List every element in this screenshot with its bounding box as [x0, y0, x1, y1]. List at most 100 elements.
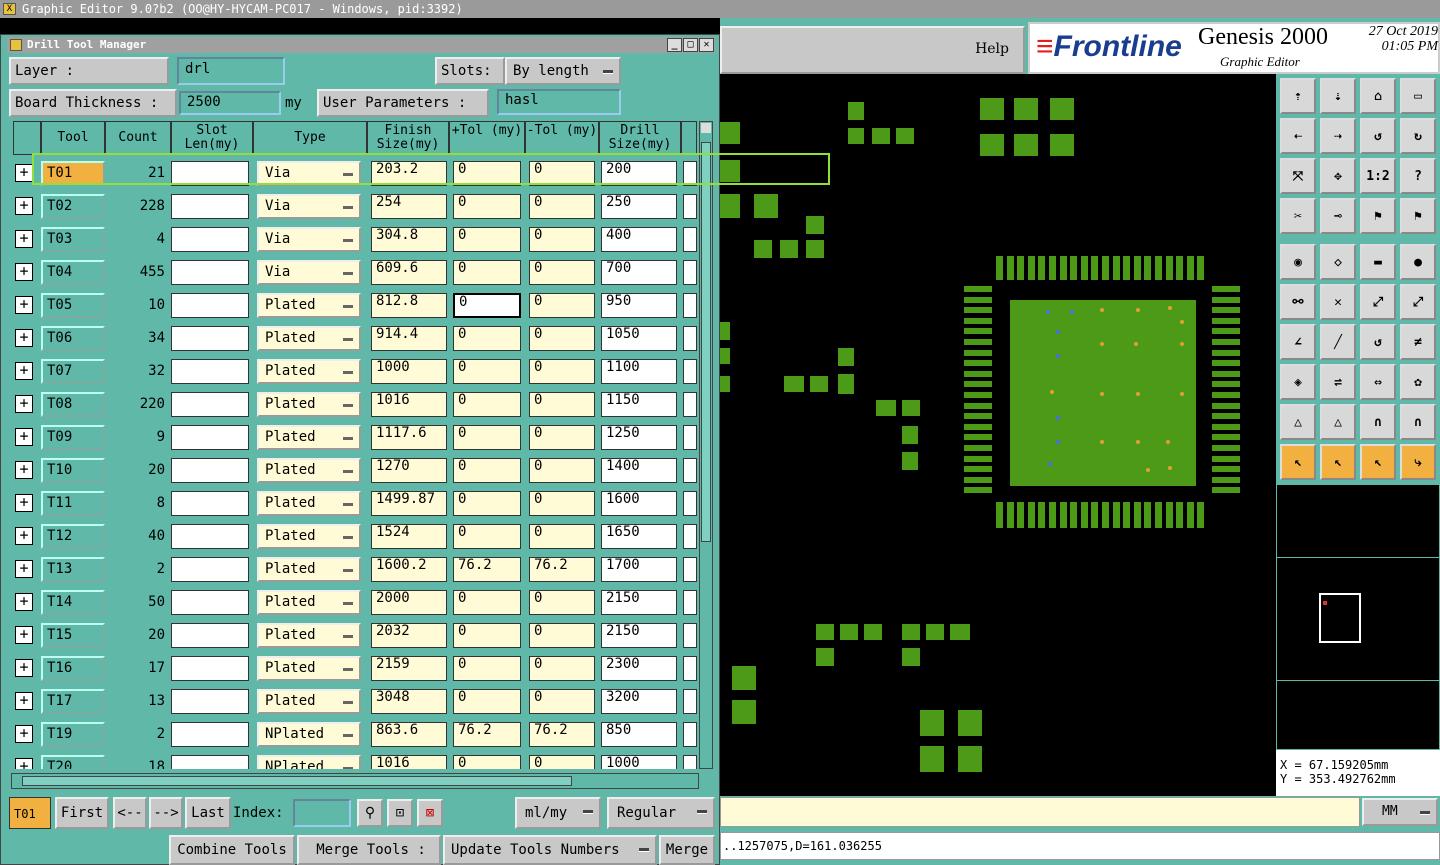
drill-size-field[interactable]: 1600	[601, 491, 677, 516]
minus-tol-field[interactable]: 0	[529, 194, 595, 219]
edit-shape-icon[interactable]: ◇	[1320, 244, 1356, 280]
minus-tol-field[interactable]: 0	[529, 293, 595, 318]
scroll-up-arrow[interactable]	[701, 123, 711, 133]
triangle-alt-icon[interactable]: △	[1320, 404, 1356, 440]
drill-size-field[interactable]: 950	[601, 293, 677, 318]
home-icon[interactable]: ⌂	[1360, 78, 1396, 114]
table-row[interactable]: + T10 20 Plated 1270 0 0 1400	[11, 454, 697, 487]
drill-size-field[interactable]: 700	[601, 260, 677, 285]
minimap-panel[interactable]	[1276, 484, 1440, 750]
plus-tol-field[interactable]: 0	[453, 458, 521, 483]
tool-cell[interactable]: T14	[41, 590, 105, 615]
finish-size-field[interactable]: 1270	[371, 458, 447, 483]
type-select[interactable]: Via	[257, 260, 361, 285]
cross-icon[interactable]: ✕	[1320, 284, 1356, 320]
drill-size-field[interactable]: 1100	[601, 359, 677, 384]
dimension-icon[interactable]: ⇔	[1360, 364, 1396, 400]
tool-cell[interactable]: T11	[41, 491, 105, 516]
expand-icon[interactable]: +	[15, 428, 33, 446]
extra-field[interactable]	[683, 590, 697, 615]
finish-size-field[interactable]: 2032	[371, 623, 447, 648]
extra-field[interactable]	[683, 326, 697, 351]
finish-size-field[interactable]: 254	[371, 194, 447, 219]
plus-tol-field[interactable]: 0	[453, 491, 521, 516]
tool-cell[interactable]: T07	[41, 359, 105, 384]
table-row[interactable]: + T20 18 NPlated 1016 0 0 1000	[11, 751, 697, 769]
layer-field[interactable]: drl	[177, 57, 285, 85]
apply-icon[interactable]: ⊡	[387, 799, 413, 827]
horizontal-scrollbar[interactable]	[11, 773, 699, 789]
type-select[interactable]: Plated	[257, 491, 361, 516]
type-select[interactable]: Plated	[257, 326, 361, 351]
tool-cell[interactable]: T08	[41, 392, 105, 417]
path-icon[interactable]: ⤷	[1400, 444, 1436, 480]
minus-tol-field[interactable]: 0	[529, 326, 595, 351]
slot-len-field[interactable]	[171, 359, 249, 384]
slot-len-field[interactable]	[171, 293, 249, 318]
undo-icon[interactable]: ↺	[1360, 118, 1396, 154]
traffic-light-icon[interactable]: ⚑	[1360, 198, 1396, 234]
plus-tol-field[interactable]: 0	[453, 425, 521, 450]
minus-tol-field[interactable]: 0	[529, 623, 595, 648]
tool-cell[interactable]: T19	[41, 722, 105, 747]
cursor-box-icon[interactable]: ↖	[1320, 444, 1356, 480]
minus-tol-field[interactable]: 0	[529, 359, 595, 384]
combine-tools-button[interactable]: Combine Tools	[169, 835, 295, 865]
table-row[interactable]: + T03 4 Via 304.8 0 0 400	[11, 223, 697, 256]
expand-icon[interactable]: +	[15, 659, 33, 677]
slot-len-field[interactable]	[171, 656, 249, 681]
extra-field[interactable]	[683, 227, 697, 252]
finish-size-field[interactable]: 1016	[371, 755, 447, 769]
extra-field[interactable]	[683, 194, 697, 219]
drill-size-field[interactable]: 3200	[601, 689, 677, 714]
expand-icon[interactable]: +	[15, 164, 33, 182]
cursor-select-icon[interactable]: ↖	[1360, 444, 1396, 480]
cluster-icon[interactable]: ✿	[1400, 364, 1436, 400]
type-select[interactable]: Plated	[257, 623, 361, 648]
expand-icon[interactable]: +	[15, 230, 33, 248]
type-select[interactable]: Plated	[257, 557, 361, 582]
extra-field[interactable]	[683, 293, 697, 318]
tool-cell[interactable]: T04	[41, 260, 105, 285]
scroll-thumb[interactable]	[701, 142, 711, 542]
drill-size-field[interactable]: 250	[601, 194, 677, 219]
slot-len-field[interactable]	[171, 194, 249, 219]
bulb-icon[interactable]: ⚲	[357, 799, 383, 827]
extra-field[interactable]	[683, 458, 697, 483]
finish-size-field[interactable]: 812.8	[371, 293, 447, 318]
tool-cell[interactable]: T02	[41, 194, 105, 219]
type-select[interactable]: Plated	[257, 293, 361, 318]
table-row[interactable]: + T13 2 Plated 1600.2 76.2 76.2 1700	[11, 553, 697, 586]
expand-icon[interactable]: +	[15, 395, 33, 413]
angle-icon[interactable]: ∠	[1280, 324, 1316, 360]
slot-len-field[interactable]	[171, 755, 249, 769]
slot-len-field[interactable]	[171, 425, 249, 450]
plus-tol-field[interactable]: 0	[453, 623, 521, 648]
drill-size-field[interactable]: 1700	[601, 557, 677, 582]
plus-tol-field[interactable]: 0	[453, 689, 521, 714]
slot-len-field[interactable]	[171, 524, 249, 549]
table-row[interactable]: + T16 17 Plated 2159 0 0 2300	[11, 652, 697, 685]
next-button[interactable]: -->	[149, 797, 183, 829]
extra-field[interactable]	[683, 722, 697, 747]
drill-size-field[interactable]: 2150	[601, 623, 677, 648]
finish-size-field[interactable]: 1016	[371, 392, 447, 417]
extra-field[interactable]	[683, 524, 697, 549]
plus-tol-field[interactable]: 0	[453, 590, 521, 615]
expand-icon[interactable]: +	[15, 758, 33, 769]
plus-tol-field[interactable]: 0	[453, 293, 521, 318]
plus-tol-field[interactable]: 0	[453, 392, 521, 417]
drill-size-field[interactable]: 1000	[601, 755, 677, 769]
finish-size-field[interactable]: 1499.87	[371, 491, 447, 516]
mode-dropdown[interactable]: Regular	[607, 797, 715, 829]
table-row[interactable]: + T17 13 Plated 3048 0 0 3200	[11, 685, 697, 718]
extra-field[interactable]	[683, 689, 697, 714]
help-icon[interactable]: ?	[1400, 158, 1436, 194]
slot-len-field[interactable]	[171, 689, 249, 714]
traffic-light-alt-icon[interactable]: ⚑	[1400, 198, 1436, 234]
maximize-button[interactable]: □	[683, 38, 698, 52]
zoom-area-icon[interactable]: ✥	[1320, 158, 1356, 194]
extra-field[interactable]	[683, 755, 697, 769]
minus-tol-field[interactable]: 0	[529, 524, 595, 549]
pad-select-icon[interactable]: ◈	[1280, 364, 1316, 400]
